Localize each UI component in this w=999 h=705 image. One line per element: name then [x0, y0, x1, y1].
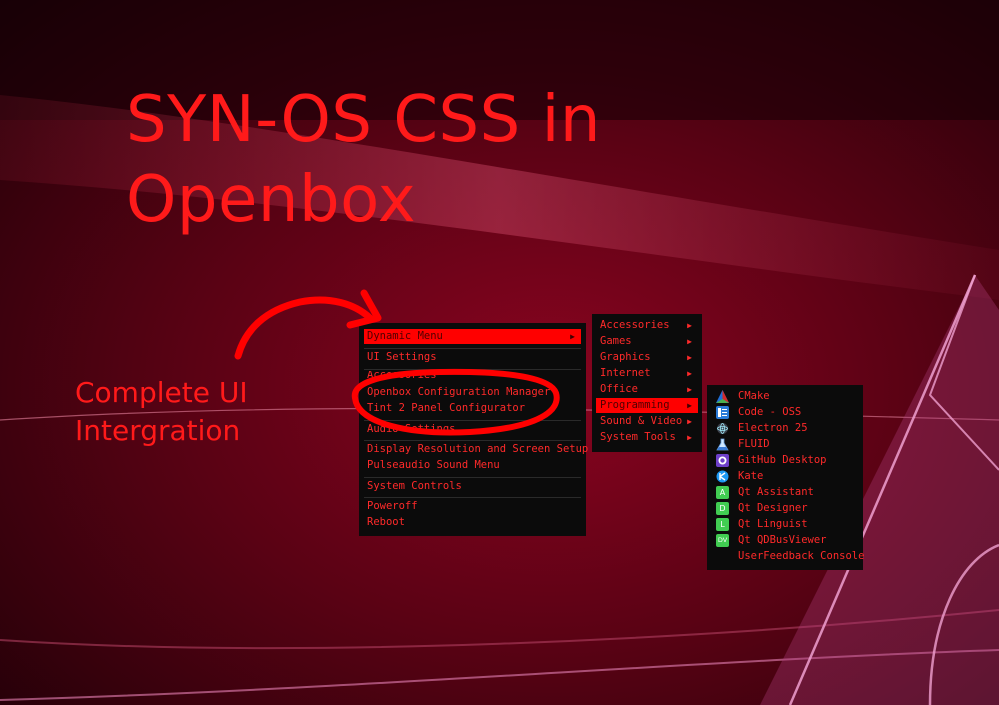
menu-item-label: Dynamic Menu: [367, 330, 443, 342]
category-item-office[interactable]: Office ▶: [596, 382, 698, 397]
menu-item-openbox-config-manager[interactable]: Openbox Configuration Manager: [364, 385, 581, 400]
app-item-qt-qdbusviewer[interactable]: DV Qt QDBusViewer: [712, 533, 858, 548]
category-item-graphics[interactable]: Graphics ▶: [596, 350, 698, 365]
menu-separator: [364, 440, 581, 441]
menu-item-system-controls[interactable]: System Controls: [364, 479, 581, 494]
app-item-qt-designer[interactable]: D Qt Designer: [712, 501, 858, 516]
menu-item-label: Qt Linguist: [738, 518, 808, 530]
kate-icon: [716, 470, 729, 483]
menu-item-label: Accessories: [367, 371, 437, 381]
annotation-caption: Complete UI Intergration: [75, 374, 248, 450]
menu-item-label: System Controls: [367, 480, 462, 492]
category-item-sound-video[interactable]: Sound & Video ▶: [596, 414, 698, 429]
app-item-kate[interactable]: Kate: [712, 469, 858, 484]
category-item-system-tools[interactable]: System Tools ▶: [596, 430, 698, 445]
menu-item-label: System Tools: [600, 431, 676, 443]
menu-item-label: Code - OSS: [738, 406, 802, 418]
menu-item-label: Sound & Video: [600, 415, 683, 427]
menu-item-label: Office: [600, 383, 638, 395]
menu-separator: [364, 348, 581, 349]
menu-item-ui-settings[interactable]: UI Settings: [364, 350, 581, 365]
app-item-qt-assistant[interactable]: A Qt Assistant: [712, 485, 858, 500]
menu-item-label: Qt Designer: [738, 502, 808, 514]
openbox-root-menu: Dynamic Menu ▶ UI Settings Accessories O…: [359, 323, 588, 536]
menu-item-label: Electron 25: [738, 422, 808, 434]
dynamic-category-menu: Accessories ▶ Games ▶ Graphics ▶ Interne…: [592, 314, 702, 452]
menu-separator: [364, 497, 581, 498]
menu-item-label: CMake: [738, 390, 770, 402]
menu-item-reboot[interactable]: Reboot: [364, 515, 581, 530]
menu-item-label: Tint 2 Panel Configurator: [367, 402, 526, 414]
github-icon: [716, 454, 729, 467]
qt-assistant-icon: A: [716, 486, 729, 499]
caption-line2: Intergration: [75, 414, 241, 447]
menu-item-label: Poweroff: [367, 500, 418, 512]
menu-item-display-resolution[interactable]: Display Resolution and Screen Setup: [364, 442, 588, 457]
menu-item-label: FLUID: [738, 438, 770, 450]
menu-item-label: Graphics: [600, 351, 651, 363]
menu-item-label: UserFeedback Console: [738, 550, 865, 562]
menu-item-accessories[interactable]: Accessories: [364, 371, 581, 381]
app-item-github-desktop[interactable]: GitHub Desktop: [712, 453, 858, 468]
menu-item-audio-settings[interactable]: Audio Settings: [364, 422, 581, 437]
app-item-code-oss[interactable]: Code - OSS: [712, 405, 858, 420]
submenu-arrow-icon: ▶: [687, 417, 692, 426]
menu-item-label: Reboot: [367, 516, 405, 528]
app-item-userfeedback-console[interactable]: UserFeedback Console: [712, 549, 864, 564]
submenu-arrow-icon: ▶: [687, 337, 692, 346]
headline-line1: SYN-OS CSS in: [126, 83, 601, 157]
fluid-flask-icon: [716, 438, 729, 451]
category-item-internet[interactable]: Internet ▶: [596, 366, 698, 381]
menu-separator: [364, 477, 581, 478]
submenu-arrow-icon: ▶: [687, 353, 692, 362]
category-item-accessories[interactable]: Accessories ▶: [596, 318, 698, 333]
menu-item-label: Programming: [600, 399, 670, 411]
caption-line1: Complete UI: [75, 376, 248, 409]
category-item-programming[interactable]: Programming ▶: [596, 398, 698, 413]
qt-designer-icon: D: [716, 502, 729, 515]
menu-item-label: UI Settings: [367, 351, 437, 363]
electron-icon: [716, 422, 729, 435]
headline: SYN-OS CSS in Openbox: [126, 80, 601, 240]
programming-menu: CMake Code - OSS Electron 25 FLUID GitHu…: [707, 385, 864, 570]
headline-line2: Openbox: [126, 163, 417, 237]
submenu-arrow-icon: ▶: [570, 332, 575, 341]
menu-item-label: Audio Settings: [367, 423, 456, 435]
submenu-arrow-icon: ▶: [687, 433, 692, 442]
menu-separator: [364, 420, 581, 421]
menu-item-tint2-configurator[interactable]: Tint 2 Panel Configurator: [364, 401, 581, 416]
menu-item-label: Display Resolution and Screen Setup: [367, 443, 589, 455]
code-oss-icon: [716, 406, 729, 419]
submenu-arrow-icon: ▶: [687, 321, 692, 330]
menu-item-label: Pulseaudio Sound Menu: [367, 459, 500, 471]
app-item-qt-linguist[interactable]: L Qt Linguist: [712, 517, 858, 532]
menu-item-label: Qt QDBusViewer: [738, 534, 827, 546]
submenu-arrow-icon: ▶: [687, 385, 692, 394]
app-item-electron[interactable]: Electron 25: [712, 421, 858, 436]
menu-separator: [364, 369, 581, 370]
category-item-games[interactable]: Games ▶: [596, 334, 698, 349]
submenu-arrow-icon: ▶: [687, 401, 692, 410]
menu-item-label: GitHub Desktop: [738, 454, 827, 466]
qt-linguist-icon: L: [716, 518, 729, 531]
qt-dbusviewer-icon: DV: [716, 534, 729, 547]
app-item-cmake[interactable]: CMake: [712, 389, 858, 404]
menu-item-dynamic-menu[interactable]: Dynamic Menu ▶: [364, 329, 581, 344]
menu-item-label: Accessories: [600, 319, 670, 331]
menu-item-label: Qt Assistant: [738, 486, 814, 498]
menu-item-label: Openbox Configuration Manager: [367, 386, 551, 398]
cmake-icon: [716, 390, 729, 403]
submenu-arrow-icon: ▶: [687, 369, 692, 378]
menu-item-poweroff[interactable]: Poweroff: [364, 499, 581, 514]
app-item-fluid[interactable]: FLUID: [712, 437, 858, 452]
menu-item-pulseaudio[interactable]: Pulseaudio Sound Menu: [364, 458, 581, 473]
menu-item-label: Internet: [600, 367, 651, 379]
menu-item-label: Games: [600, 335, 632, 347]
menu-item-label: Kate: [738, 470, 764, 482]
